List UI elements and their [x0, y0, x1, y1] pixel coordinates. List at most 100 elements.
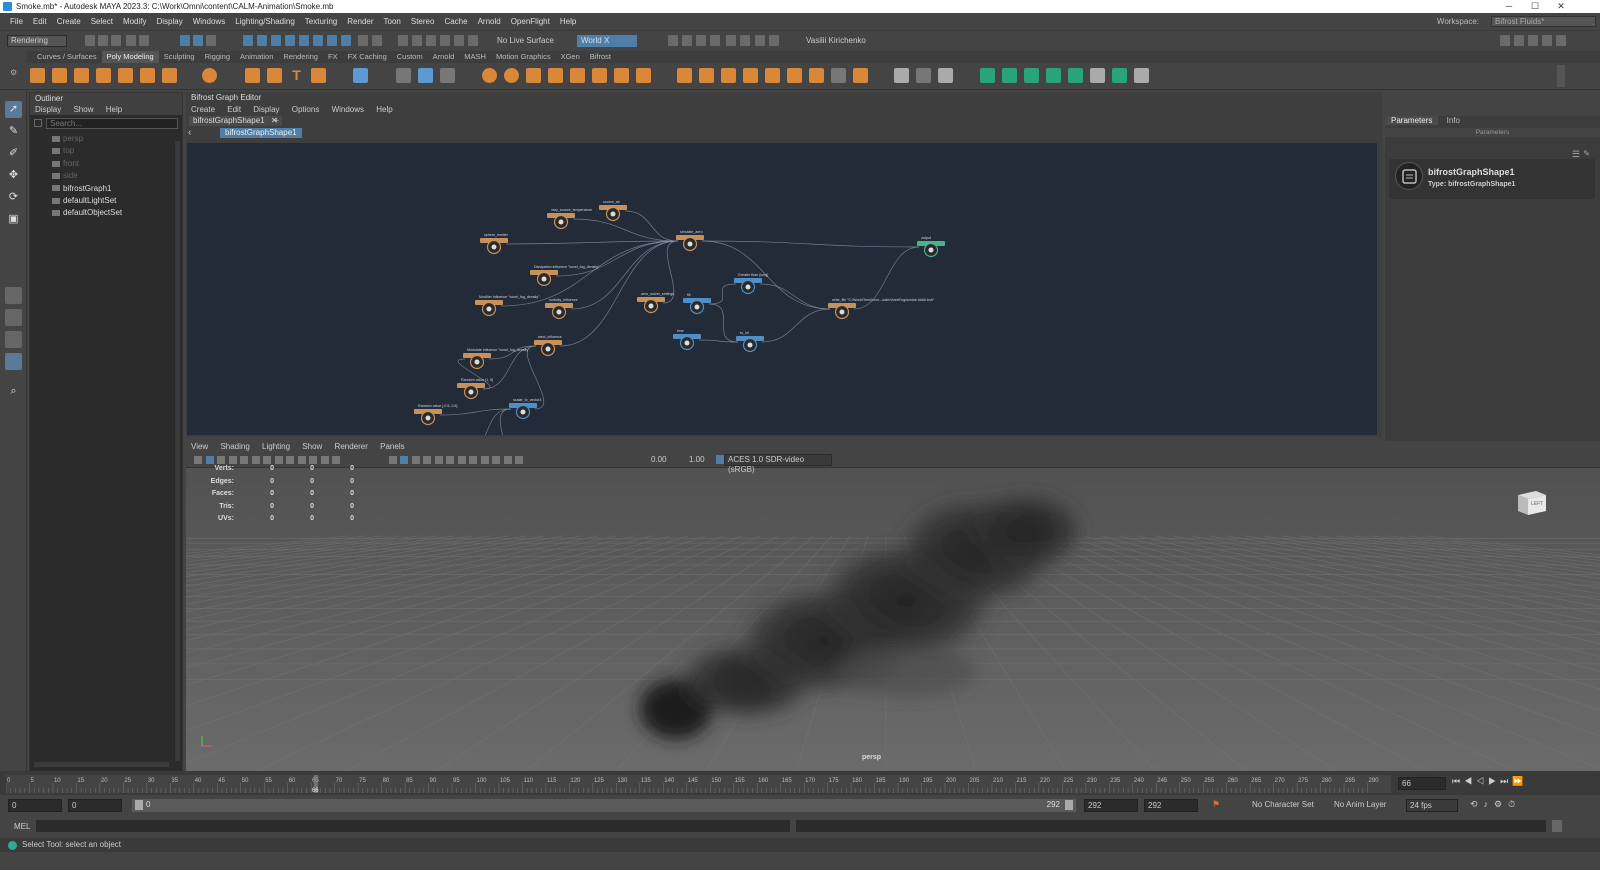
- graph-network[interactable]: source_air vary_source_temperature sphere_…: [187, 143, 1377, 435]
- shelf-menu-icon[interactable]: ⚙: [10, 68, 18, 86]
- wireframe-icon[interactable]: [388, 456, 397, 464]
- safe-title-icon[interactable]: [332, 456, 340, 464]
- optimize-uv-icon[interactable]: [1112, 68, 1127, 83]
- pin-icon[interactable]: ✎: [1583, 149, 1590, 158]
- append-polygon-icon[interactable]: [636, 68, 651, 83]
- menu-lightingshading[interactable]: Lighting/Shading: [230, 13, 300, 30]
- vp-menu-show[interactable]: Show: [297, 442, 327, 451]
- wedge-icon[interactable]: [787, 68, 802, 83]
- camera-attributes-icon[interactable]: [205, 456, 214, 464]
- character-set-dropdown[interactable]: No Character Set: [1252, 800, 1314, 809]
- unfold-uv-icon[interactable]: [1024, 68, 1039, 83]
- pause-icon[interactable]: [769, 35, 779, 46]
- textured-icon[interactable]: [411, 456, 420, 464]
- mel-input[interactable]: [36, 820, 790, 832]
- isolate-icon[interactable]: [480, 456, 489, 464]
- outliner-item-side[interactable]: side: [52, 170, 78, 182]
- poly-disc-icon[interactable]: [162, 68, 177, 83]
- graph-node[interactable]: time: [673, 329, 701, 351]
- select-camera-icon[interactable]: [194, 456, 202, 464]
- menu-help[interactable]: Help: [555, 13, 581, 30]
- render-settings-icon[interactable]: [440, 35, 450, 46]
- menuset-dropdown[interactable]: Rendering: [7, 35, 67, 47]
- shelf-tab-motion-graphics[interactable]: Motion Graphics: [491, 51, 556, 63]
- shelf-tab-bifrost[interactable]: Bifrost: [585, 51, 616, 63]
- graph-menu-options[interactable]: Options: [287, 105, 325, 114]
- poly-sphere-icon[interactable]: [30, 68, 45, 83]
- menu-windows[interactable]: Windows: [188, 13, 230, 30]
- tab-info[interactable]: Info: [1441, 116, 1466, 125]
- uv-editor-icon[interactable]: [894, 68, 909, 83]
- sweep-mesh-icon[interactable]: [267, 68, 282, 83]
- select-hierarchy-icon[interactable]: [180, 35, 190, 46]
- snap-normal-icon[interactable]: [341, 35, 351, 46]
- smooth-mesh-icon[interactable]: [353, 68, 368, 83]
- poke-icon[interactable]: [809, 68, 824, 83]
- lock-icon[interactable]: [358, 35, 368, 46]
- type-tool-icon[interactable]: T: [289, 68, 304, 83]
- graph-node[interactable]: fill: [683, 293, 711, 315]
- graph-menu-windows[interactable]: Windows: [327, 105, 369, 114]
- search-icon[interactable]: ⌕: [5, 383, 22, 400]
- open-scene-icon[interactable]: [98, 35, 108, 46]
- vp-menu-view[interactable]: View: [186, 442, 213, 451]
- camera-icon[interactable]: [755, 35, 765, 46]
- persp-graph-layout-icon[interactable]: [5, 353, 22, 370]
- shelf-tab-xgen[interactable]: XGen: [556, 51, 585, 63]
- vp-menu-lighting[interactable]: Lighting: [257, 442, 295, 451]
- playback-options-icons[interactable]: ⟲♪⚙⏱: [1470, 799, 1521, 810]
- graph-back-icon[interactable]: ‹: [188, 128, 191, 138]
- snapshot-icon[interactable]: [682, 35, 692, 46]
- layer-editor-icon[interactable]: [1542, 35, 1552, 46]
- shelf-tab-custom[interactable]: Custom: [392, 51, 428, 63]
- ipr-render-icon[interactable]: [426, 35, 436, 46]
- poly-cone-icon[interactable]: [96, 68, 111, 83]
- menu-arnold[interactable]: Arnold: [473, 13, 506, 30]
- four-view-layout-icon[interactable]: [5, 309, 22, 326]
- render-region-icon[interactable]: [668, 35, 678, 46]
- current-frame-field[interactable]: 66: [1398, 777, 1446, 790]
- shelf-tab-fx-caching[interactable]: FX Caching: [343, 51, 392, 63]
- range-start-handle[interactable]: [135, 800, 143, 810]
- menu-texturing[interactable]: Texturing: [300, 13, 342, 30]
- fill-hole-icon[interactable]: [548, 68, 563, 83]
- snap-live-icon[interactable]: [313, 35, 323, 46]
- user-account-dropdown[interactable]: Vasilii Kirichenko: [802, 35, 876, 47]
- menu-edit[interactable]: Edit: [28, 13, 52, 30]
- select-tool-icon[interactable]: ➚: [5, 101, 22, 118]
- multi-cut-icon[interactable]: [677, 68, 692, 83]
- boolean-union-icon[interactable]: [482, 68, 497, 83]
- xray-joints-icon[interactable]: [503, 456, 512, 464]
- circularize-icon[interactable]: [853, 68, 868, 83]
- construction-history-icon[interactable]: [398, 35, 408, 46]
- history-icon[interactable]: [372, 35, 382, 46]
- snap-grid-icon[interactable]: [243, 35, 253, 46]
- select-object-icon[interactable]: [193, 35, 203, 46]
- save-scene-icon[interactable]: [111, 35, 121, 46]
- backface-icon[interactable]: [515, 456, 523, 464]
- outliner-item-defaultlightset[interactable]: defaultLightSet: [52, 195, 116, 207]
- anim-layer-dropdown[interactable]: No Anim Layer: [1334, 800, 1386, 809]
- viewcube[interactable]: LEFT: [1514, 487, 1548, 517]
- tab-parameters[interactable]: Parameters: [1385, 116, 1439, 125]
- bookmarks-icon[interactable]: [217, 456, 225, 464]
- ambient-occlusion-icon[interactable]: [446, 456, 454, 464]
- shelf-tab-arnold[interactable]: Arnold: [428, 51, 460, 63]
- viewport-panel[interactable]: View Shading Lighting Show Renderer Pane…: [186, 441, 1600, 771]
- graph-node[interactable]: scalar_to_vector3: [509, 398, 541, 420]
- shelf-tab-fx[interactable]: FX: [323, 51, 343, 63]
- graph-node[interactable]: vary_source_temperature: [547, 208, 592, 230]
- anim-start-field[interactable]: 0: [68, 799, 122, 812]
- mirror-uv-icon[interactable]: [1068, 68, 1083, 83]
- playback-controls[interactable]: ⏮◀◁▶⏭⏩: [1452, 776, 1528, 787]
- separate-icon[interactable]: [396, 68, 411, 83]
- 2d-pan-icon[interactable]: [240, 456, 248, 464]
- world-space-dropdown[interactable]: World X: [577, 35, 637, 47]
- connect-icon[interactable]: [721, 68, 736, 83]
- shelf-tab-poly-modeling[interactable]: Poly Modeling: [101, 51, 159, 63]
- shelf-tab-rigging[interactable]: Rigging: [200, 51, 235, 63]
- field-chart-icon[interactable]: [309, 456, 317, 464]
- colorspace-dropdown[interactable]: ACES 1.0 SDR-video (sRGB): [724, 454, 832, 474]
- menu-stereo[interactable]: Stereo: [406, 13, 440, 30]
- move-tool-icon[interactable]: ✥: [5, 167, 22, 184]
